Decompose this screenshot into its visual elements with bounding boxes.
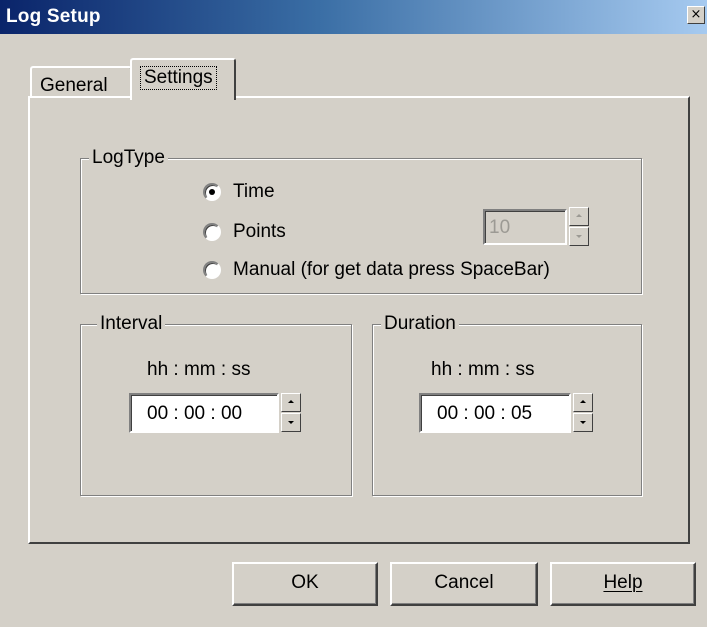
cancel-button-label: Cancel [434, 572, 494, 593]
tab-settings-label: Settings [140, 66, 217, 90]
points-value: 10 [489, 217, 511, 238]
duration-input[interactable]: 00 : 00 : 05 [419, 393, 571, 433]
tab-general[interactable]: General [30, 66, 132, 98]
points-spin-up [569, 207, 589, 226]
radio-time-button[interactable] [203, 183, 221, 201]
duration-spinner[interactable] [573, 393, 593, 433]
radio-points-label: Points [233, 221, 286, 242]
duration-value: 00 : 00 : 05 [437, 403, 533, 424]
ok-button-label: OK [291, 572, 319, 593]
radio-points-button[interactable] [203, 223, 221, 241]
interval-spin-up[interactable] [281, 393, 301, 412]
cancel-button[interactable]: Cancel [390, 562, 538, 606]
points-input: 10 [483, 209, 567, 245]
radio-selected-dot [209, 189, 215, 195]
radio-manual-label: Manual (for get data press SpaceBar) [233, 259, 550, 280]
logtype-group: LogType Time Points 10 Manual (for get d… [80, 147, 642, 294]
interval-spinner[interactable] [281, 393, 301, 433]
settings-panel: LogType Time Points 10 Manual (for get d… [28, 96, 690, 544]
interval-format-label: hh : mm : ss [147, 359, 251, 380]
interval-group: Interval hh : mm : ss 00 : 00 : 00 [80, 313, 352, 496]
tab-settings[interactable]: Settings [130, 58, 236, 100]
spin-down-icon [576, 235, 582, 238]
points-spin-down [569, 227, 589, 246]
duration-legend: Duration [381, 313, 459, 335]
radio-time-label: Time [233, 181, 275, 202]
duration-group: Duration hh : mm : ss 00 : 00 : 05 [372, 313, 642, 496]
close-icon: × [690, 7, 702, 22]
spin-down-icon [288, 421, 294, 424]
spin-up-icon [576, 214, 582, 217]
points-spinner [569, 207, 589, 247]
log-setup-dialog: Log Setup × General Settings LogType Tim… [0, 0, 707, 627]
help-button[interactable]: Help [550, 562, 696, 606]
window-title: Log Setup [6, 6, 101, 27]
duration-format-label: hh : mm : ss [431, 359, 535, 380]
tab-general-label: General [40, 75, 108, 96]
spin-up-icon [580, 400, 586, 403]
spin-down-icon [580, 421, 586, 424]
ok-button[interactable]: OK [232, 562, 378, 606]
duration-spin-up[interactable] [573, 393, 593, 412]
close-button[interactable]: × [687, 6, 705, 24]
title-bar[interactable]: Log Setup × [0, 0, 707, 34]
radio-manual-button[interactable] [203, 261, 221, 279]
spin-up-icon [288, 400, 294, 403]
help-button-label: Help [603, 572, 643, 593]
logtype-legend: LogType [89, 147, 168, 169]
interval-value: 00 : 00 : 00 [147, 403, 243, 424]
interval-input[interactable]: 00 : 00 : 00 [129, 393, 279, 433]
interval-spin-down[interactable] [281, 413, 301, 432]
interval-legend: Interval [97, 313, 166, 335]
duration-spin-down[interactable] [573, 413, 593, 432]
